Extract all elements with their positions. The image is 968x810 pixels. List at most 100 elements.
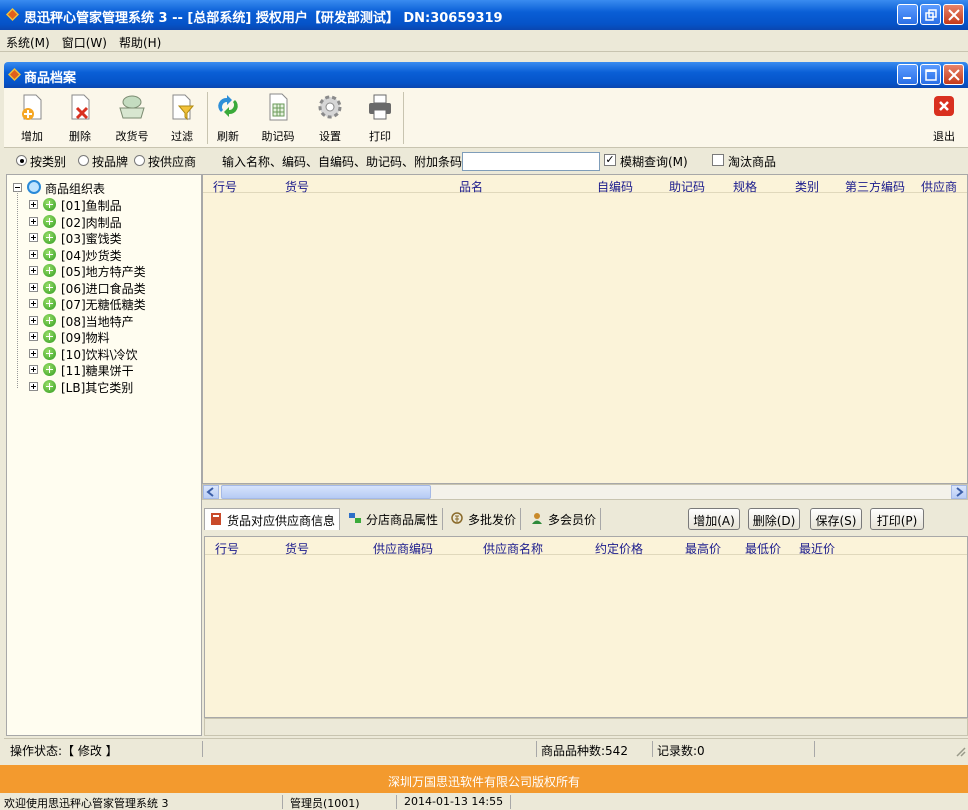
expand-icon[interactable] [29,315,38,325]
expand-icon[interactable] [29,216,38,226]
supplier-detail-grid[interactable]: 行号 货号 供应商编码 供应商名称 约定价格 最高价 最低价 最近价 [204,536,968,718]
app-logo-icon [6,8,19,21]
col-latest-price[interactable]: 最近价 [799,540,835,557]
product-grid-header: 行号 货号 品名 自编码 助记码 规格 类别 第三方编码 供应商 [203,175,967,195]
scroll-right-button[interactable] [951,485,967,499]
fuzzy-query-checkbox[interactable]: ✓ [604,154,616,166]
expand-icon[interactable] [29,200,38,209]
col-name[interactable]: 品名 [459,178,483,195]
toolbar-separator [403,92,404,144]
menu-bar: 系统(M) 窗口(W) 帮助(H) [0,30,968,52]
tree-category-label: [08]当地特产 [61,314,134,329]
tab-branch-attributes[interactable]: 分店商品属性 [344,508,444,530]
radio-by-supplier[interactable] [134,155,145,166]
minimize-button[interactable] [897,4,918,25]
col-row-no[interactable]: 行号 [213,178,237,195]
radio-by-brand[interactable] [78,155,89,166]
inner-maximize-button[interactable] [920,64,941,85]
expand-icon[interactable] [29,381,38,391]
category-node-icon [43,330,56,343]
col-spec[interactable]: 规格 [733,178,757,195]
expand-icon[interactable] [29,299,38,308]
col-max-price[interactable]: 最高价 [685,540,721,557]
col-min-price[interactable]: 最低价 [745,540,781,557]
close-button[interactable] [943,4,964,25]
col-row-no[interactable]: 行号 [215,540,239,557]
menu-window[interactable]: 窗口(W) [56,30,113,51]
delete-button[interactable]: 删除 [60,92,100,146]
filter-button-label: 过滤 [171,130,193,143]
close-icon [948,69,960,81]
filter-row: 按类别 按品牌 按供应商 输入名称、编码、自编码、助记码、附加条码: ✓ 模糊查… [4,148,968,174]
horizontal-scrollbar[interactable] [202,484,968,500]
detail-tabs-row: 货品对应供应商信息 分店商品属性 多批发价 多会员价 增加(A) 删除(D) 保… [202,506,968,532]
col-supplier-code[interactable]: 供应商编码 [373,540,433,557]
exit-button[interactable]: 退出 [924,92,964,146]
filter-icon [172,94,195,121]
supplier-book-icon [211,513,221,525]
wholesale-icon [451,512,463,524]
tree-category-label: [11]糖果饼干 [61,364,134,378]
branch-icon [349,513,361,523]
col-supplier[interactable]: 供应商 [921,178,957,195]
status-spacer [202,741,536,757]
expand-icon[interactable] [29,332,38,341]
refresh-button[interactable]: 刷新 [208,92,248,146]
detail-print-button[interactable]: 打印(P) [870,508,924,530]
col-item-no[interactable]: 货号 [285,178,309,195]
tab-member-price[interactable]: 多会员价 [526,508,602,530]
obsolete-products-checkbox[interactable] [712,154,724,166]
tree-category-label: [LB]其它类别 [61,380,134,395]
chevron-left-icon [206,487,214,497]
tree-category-label: [07]无糖低糖类 [61,298,146,312]
expand-icon[interactable] [29,249,38,259]
expand-icon[interactable] [29,348,38,358]
window-title: 思迅秤心管家管理系统 3 -- [总部系统] 授权用户【研发部测试】 DN:30… [24,11,503,26]
detail-add-button[interactable]: 增加(A) [688,508,740,530]
tree-guide-line [17,191,18,388]
toolbar: 增加 删除 改货号 过滤 刷新 助记码 设置 打印 退出 [4,88,968,148]
expand-icon[interactable] [29,365,38,374]
col-self-code[interactable]: 自编码 [597,178,633,195]
col-item-no[interactable]: 货号 [285,540,309,557]
radio-by-brand-label: 按品牌 [92,155,129,169]
tree-category-label: [03]蜜饯类 [61,232,122,246]
tree-category-label: [10]饮料\冷饮 [61,347,138,362]
product-grid[interactable]: 行号 货号 品名 自编码 助记码 规格 类别 第三方编码 供应商 [202,174,968,484]
inner-minimize-button[interactable] [897,64,918,85]
restore-button[interactable] [920,4,941,25]
inner-close-button[interactable] [943,64,964,85]
filter-button[interactable]: 过滤 [162,92,202,146]
search-input[interactable] [462,152,600,171]
tab-wholesale-price[interactable]: 多批发价 [446,508,522,530]
detail-save-button[interactable]: 保存(S) [810,508,862,530]
tab-branch-attributes-label: 分店商品属性 [366,513,439,527]
col-supplier-name[interactable]: 供应商名称 [483,540,543,557]
member-icon [532,513,542,524]
scale-icon [119,95,145,119]
mnemonic-button[interactable]: 助记码 [258,92,298,146]
detail-delete-button[interactable]: 删除(D) [748,508,800,530]
menu-system[interactable]: 系统(M) [0,30,56,51]
category-node-icon [43,346,56,360]
print-button[interactable]: 打印 [360,92,400,146]
resize-grip-icon[interactable] [954,745,966,757]
scroll-left-button[interactable] [203,485,219,499]
scroll-thumb[interactable] [221,485,431,499]
add-button[interactable]: 增加 [12,92,52,146]
settings-button[interactable]: 设置 [310,92,350,146]
tab-supplier-info[interactable]: 货品对应供应商信息 [204,508,341,530]
category-node-icon [43,313,56,327]
expand-icon[interactable] [29,282,38,292]
col-agreed-price[interactable]: 约定价格 [595,540,643,557]
radio-by-category[interactable] [16,155,27,166]
menu-help[interactable]: 帮助(H) [113,30,167,51]
change-code-button[interactable]: 改货号 [112,92,152,146]
welcome-text: 欢迎使用思迅秤心管家管理系统 3 [4,797,169,810]
col-third-party-code[interactable]: 第三方编码 [845,178,905,195]
col-category[interactable]: 类别 [795,178,819,195]
col-mnemonic[interactable]: 助记码 [669,178,705,195]
category-node-icon [43,231,56,244]
expand-icon[interactable] [29,233,38,242]
expand-icon[interactable] [29,266,38,275]
